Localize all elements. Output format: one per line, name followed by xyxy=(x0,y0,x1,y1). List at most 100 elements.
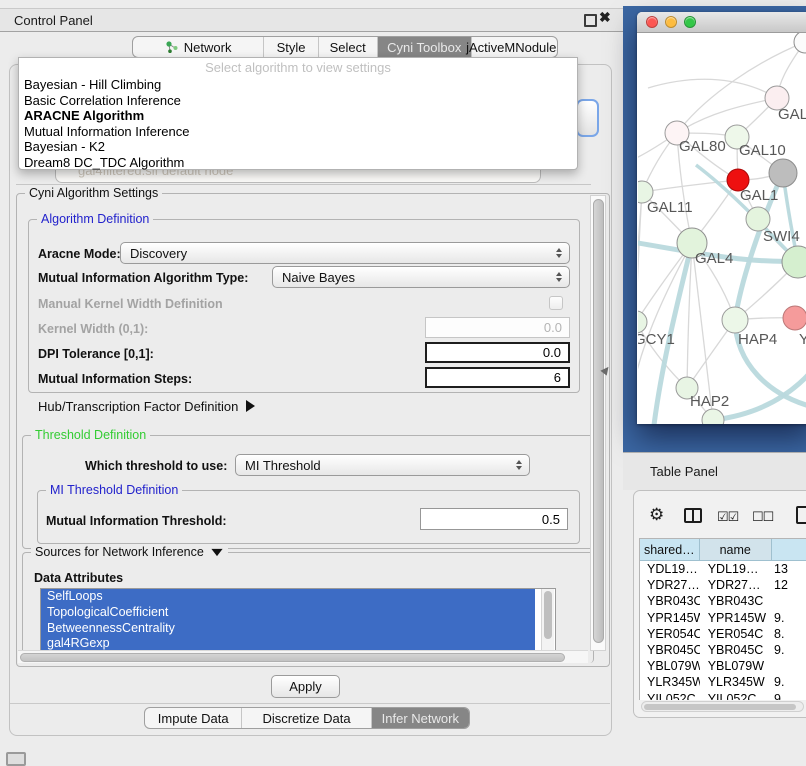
which-threshold-value: MI Threshold xyxy=(245,458,321,473)
float-panel-icon[interactable] xyxy=(584,14,597,27)
tab-discretize-data[interactable]: Discretize Data xyxy=(242,708,371,728)
data-attributes-list[interactable]: SelfLoopsTopologicalCoefficientBetweenne… xyxy=(40,588,556,651)
select-all-checkboxes-icon[interactable]: ☑☑ xyxy=(717,509,738,525)
settings-horizontal-scrollbar[interactable] xyxy=(18,650,588,663)
mi-threshold-group-title: MI Threshold Definition xyxy=(46,483,182,497)
network-view-window[interactable]: GALGAL80GAL10GAL1GAL11SWI4GAL4GCY1HAP4YH… xyxy=(637,12,806,424)
aracne-mode-combo[interactable]: Discovery xyxy=(120,242,570,264)
close-panel-icon[interactable]: ✖ xyxy=(599,9,611,26)
algorithm-option[interactable]: Mutual Information Inference xyxy=(19,124,577,140)
settings-vertical-scrollbar[interactable] xyxy=(590,195,606,651)
combo-stepper-icon xyxy=(549,248,569,258)
table-row[interactable]: YBL079WYBL079W xyxy=(640,658,806,674)
settings-vscroll-thumb[interactable] xyxy=(593,199,604,643)
focused-combo-fragment[interactable] xyxy=(576,99,599,137)
table-row[interactable]: YBR043CYBR043C xyxy=(640,593,806,609)
mi-steps-field[interactable]: 6 xyxy=(425,367,570,388)
mi-type-combo[interactable]: Naive Bayes xyxy=(272,266,570,288)
network-node[interactable] xyxy=(794,33,806,53)
algorithm-option[interactable]: Bayesian - Hill Climbing xyxy=(19,77,577,93)
algorithm-dropdown-list: Bayesian - Hill ClimbingBasic Correlatio… xyxy=(19,77,577,170)
table-cell: YDL19… xyxy=(640,562,700,576)
network-node-label: GAL10 xyxy=(739,142,786,159)
deselect-all-checkboxes-icon[interactable]: ☐☐ xyxy=(752,509,773,525)
gear-icon[interactable]: ⚙ xyxy=(649,505,664,525)
network-node-label: GCY1 xyxy=(638,331,675,348)
table-row[interactable]: YDR27…YDR27…12 xyxy=(640,577,806,593)
table-cell: YBR045C xyxy=(700,643,772,657)
table-cell: 9 xyxy=(772,692,806,700)
algorithm-option[interactable]: ARACNE Algorithm xyxy=(19,108,577,124)
network-node-label: HAP4 xyxy=(738,331,777,348)
table-cell: YBL079W xyxy=(640,659,700,673)
table-hscroll-thumb[interactable] xyxy=(644,704,796,711)
network-node[interactable] xyxy=(769,159,797,187)
data-attribute-item[interactable]: gal4RGexp xyxy=(41,636,535,651)
table-row[interactable]: YDL19…YDL19…13 xyxy=(640,561,806,577)
tab-label: Select xyxy=(330,40,366,55)
manual-kernel-checkbox[interactable] xyxy=(549,296,563,310)
mi-threshold-field[interactable]: 0.5 xyxy=(420,508,568,530)
table-row[interactable]: YPR145WYPR145W9. xyxy=(640,610,806,626)
column-header-clipped[interactable] xyxy=(772,539,806,561)
column-header-name[interactable]: name xyxy=(700,539,772,561)
combo-stepper-icon xyxy=(549,272,569,282)
apply-button[interactable]: Apply xyxy=(271,675,340,698)
column-header-shared-name[interactable]: shared… xyxy=(640,539,700,561)
data-attribute-item[interactable]: BetweennessCentrality xyxy=(41,621,535,637)
sources-group-title[interactable]: Sources for Network Inference xyxy=(31,545,228,559)
table-cell: YDL19… xyxy=(700,562,772,576)
screenshot-root: { "colors": { "selection_blue": "#3d6cc5… xyxy=(0,0,806,762)
table-panel-title: Table Panel xyxy=(650,464,718,479)
table-row[interactable]: YER054CYER054C8. xyxy=(640,626,806,642)
table-horizontal-scrollbar[interactable] xyxy=(641,701,804,712)
tab-infer-network[interactable]: Infer Network xyxy=(372,708,469,728)
network-graph-icon xyxy=(165,40,179,54)
attributes-list-scrollbar[interactable] xyxy=(541,589,554,650)
tab-jactivemnodules[interactable]: jActiveMNodules xyxy=(472,37,557,57)
which-threshold-combo[interactable]: MI Threshold xyxy=(235,454,530,476)
table-row[interactable]: YBR045CYBR045C9. xyxy=(640,642,806,658)
network-node-y[interactable] xyxy=(783,306,806,330)
attributes-scroll-thumb[interactable] xyxy=(544,591,552,639)
tab-impute-data[interactable]: Impute Data xyxy=(145,708,242,728)
tab-label: Cyni Toolbox xyxy=(387,40,461,55)
tab-network[interactable]: Network xyxy=(133,37,264,57)
tab-label: Style xyxy=(277,40,306,55)
network-canvas[interactable]: GALGAL80GAL10GAL1GAL11SWI4GAL4GCY1HAP4YH… xyxy=(638,33,806,424)
kernel-width-field[interactable]: 0.0 xyxy=(425,317,570,338)
aracne-mode-value: Discovery xyxy=(130,246,187,261)
table-cell: YLR345W xyxy=(640,675,700,689)
tab-cyni-toolbox[interactable]: Cyni Toolbox xyxy=(378,37,472,57)
algorithm-dropdown[interactable]: Select algorithm to view settings Bayesi… xyxy=(18,57,578,170)
network-node-label: Y xyxy=(799,331,806,348)
tab-select[interactable]: Select xyxy=(319,37,378,57)
hub-definition-label: Hub/Transcription Factor Definition xyxy=(38,399,238,414)
table-row[interactable]: YIL052CYIL052C9 xyxy=(640,691,806,701)
settings-hscroll-thumb[interactable] xyxy=(20,653,565,662)
table-row[interactable]: YLR345WYLR345W9. xyxy=(640,674,806,690)
dpi-tolerance-field[interactable]: 0.0 xyxy=(425,342,570,363)
mi-threshold-label: Mutual Information Threshold: xyxy=(46,514,227,528)
table-cell: YPR145W xyxy=(640,611,700,625)
data-attribute-item[interactable]: SelfLoops xyxy=(41,589,535,605)
algorithm-option[interactable]: Basic Correlation Inference xyxy=(19,93,577,109)
collapsed-panel-icon[interactable] xyxy=(6,752,26,766)
close-traffic-light[interactable] xyxy=(646,16,658,28)
zoom-traffic-light[interactable] xyxy=(684,16,696,28)
network-node-label: GAL xyxy=(778,106,806,123)
minimize-traffic-light[interactable] xyxy=(665,16,677,28)
network-node-label: HAP2 xyxy=(690,393,729,410)
network-node-hap4[interactable] xyxy=(722,307,748,333)
table-header-row: shared… name xyxy=(640,539,806,561)
network-window-titlebar[interactable] xyxy=(637,12,806,33)
document-icon[interactable] xyxy=(796,506,806,524)
columns-icon[interactable] xyxy=(684,508,702,523)
algorithm-option[interactable]: Dream8 DC_TDC Algorithm xyxy=(19,155,577,171)
data-attribute-item[interactable]: TopologicalCoefficient xyxy=(41,605,535,621)
network-node-gcy1[interactable] xyxy=(638,311,647,333)
table-cell: YBR045C xyxy=(640,643,700,657)
hub-definition-expander[interactable]: Hub/Transcription Factor Definition xyxy=(38,399,255,414)
algorithm-option[interactable]: Bayesian - K2 xyxy=(19,139,577,155)
tab-style[interactable]: Style xyxy=(264,37,319,57)
